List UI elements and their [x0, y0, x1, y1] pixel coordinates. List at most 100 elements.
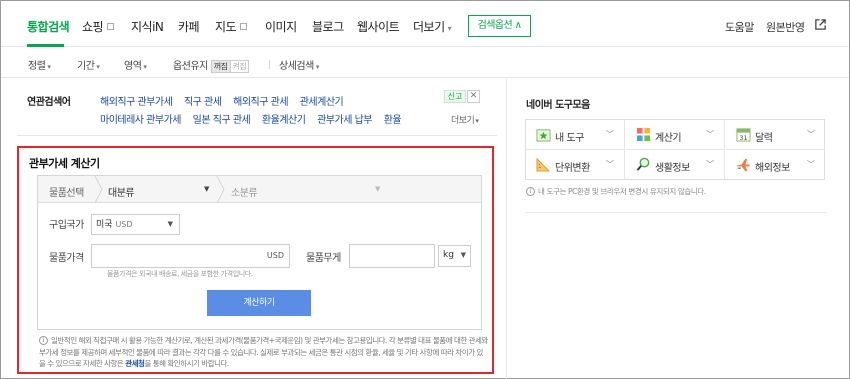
tool-unit-converter[interactable]: 단위변환 ﹀	[526, 150, 625, 180]
search-tabs: 통합검색 쇼핑 지식iN 카페 지도 이미지 블로그 웹사이트 더보기 ▾ 검색옵…	[1, 1, 849, 47]
related-keyword[interactable]: 직구 관세	[184, 97, 222, 108]
tool-calculator-label: 계산기	[655, 133, 682, 144]
calculator-notice: i 일반적인 해외 직접구매 시 활용 가능한 계산기로, 계산된 과세가격(물품…	[39, 335, 489, 370]
calendar-icon: 31	[736, 128, 751, 142]
option-keep: 옵션유지 꺼짐 켜짐	[173, 57, 250, 73]
ruler-icon	[536, 157, 551, 172]
main-category-select[interactable]: 대분류	[108, 184, 135, 199]
weight-input[interactable]	[349, 244, 435, 268]
tools-note-text: 내 도구는 PC환경 및 브라우저 변경시 유지되지 않습니다.	[538, 187, 706, 196]
related-keyword[interactable]: 관세계산기	[300, 97, 344, 108]
options-divider	[269, 60, 270, 69]
chevron-down-icon: ﹀	[606, 160, 614, 169]
breadcrumb-separator-icon	[216, 176, 225, 203]
tab-integrated[interactable]: 통합검색	[27, 18, 70, 35]
toggle-on-button[interactable]: 켜짐	[230, 60, 250, 73]
close-icon[interactable]: ✕	[467, 90, 480, 103]
weight-unit-select[interactable]: kg ▼	[438, 245, 471, 267]
chevron-down-icon: ﹀	[807, 160, 815, 169]
related-search-title: 연관검색어	[27, 97, 71, 108]
chevron-down-icon: ▾	[96, 63, 100, 71]
related-more-link[interactable]: 더보기▾	[451, 113, 479, 126]
search-options-button[interactable]: 검색옵션 ∧	[468, 15, 531, 37]
map-box-icon	[240, 23, 248, 30]
calculator-title: 관부가세 계산기	[29, 157, 100, 170]
country-value: 미국	[96, 220, 113, 230]
customs-link[interactable]: 관세청	[125, 359, 145, 368]
chevron-down-icon: ﹀	[606, 130, 614, 139]
info-icon: i	[39, 336, 48, 345]
tab-cafe[interactable]: 카페	[178, 18, 200, 35]
tab-map[interactable]: 지도	[215, 18, 248, 35]
tab-shopping-label: 쇼핑	[82, 20, 104, 34]
main-column: 연관검색어 해외직구 관부가세 직구 관세 해외직구 관세 관세계산기 마이테레…	[1, 79, 507, 379]
chevron-down-icon: ▾	[447, 24, 452, 33]
chevron-down-icon: ﹀	[706, 160, 714, 169]
chevron-down-icon: ▾	[143, 63, 147, 71]
related-row-1: 해외직구 관부가세 직구 관세 해외직구 관세 관세계산기	[100, 93, 352, 108]
price-label: 물품가격	[49, 253, 84, 264]
country-label: 구입국가	[49, 220, 84, 231]
related-keyword[interactable]: 해외직구 관세	[233, 97, 288, 108]
tab-image[interactable]: 이미지	[265, 18, 297, 35]
tool-life-info-label: 생활정보	[655, 163, 690, 174]
chevron-down-icon: ▾	[315, 63, 320, 71]
related-keyword[interactable]: 해외직구 관부가세	[100, 97, 173, 108]
tool-unit-converter-label: 단위변환	[555, 163, 590, 174]
tool-life-info[interactable]: 생활정보 ﹀	[626, 150, 725, 180]
share-icon[interactable]	[814, 18, 827, 31]
period-label: 기간	[77, 61, 95, 72]
feedback-link[interactable]: 원본반영	[766, 19, 805, 35]
notice-text-end: 을 통해 확인하시기 바랍니다.	[144, 359, 229, 368]
tab-shopping[interactable]: 쇼핑	[82, 18, 115, 35]
tools-title: 네이버 도구모음	[526, 100, 590, 111]
category-selector-row: 물품선택 대분류 ▼ 소분류 ▼	[38, 176, 481, 203]
sort-label: 정렬	[28, 61, 46, 72]
chevron-down-icon: ▼	[167, 220, 173, 228]
tariff-calculator: 관부가세 계산기 물품선택 대분류 ▼ 소분류 ▼ 구입국가 미국 USD ▼	[17, 146, 494, 374]
tool-calendar[interactable]: 31 달력 ﹀	[726, 120, 825, 150]
related-keyword[interactable]: 관부가세 납부	[317, 115, 372, 126]
related-keyword[interactable]: 환율	[384, 115, 402, 126]
period-option[interactable]: 기간 ▾	[77, 57, 100, 72]
category-label: 물품선택	[49, 188, 84, 199]
report-button[interactable]: 신고	[444, 90, 466, 103]
price-hint: 물품가격은 외국내 배송료, 세금을 포함한 가격입니다.	[107, 270, 253, 278]
tool-calculator[interactable]: 계산기 ﹀	[626, 120, 725, 150]
related-keyword[interactable]: 환율계산기	[262, 115, 306, 126]
tool-overseas-info[interactable]: 해외정보 ﹀	[726, 150, 825, 180]
chevron-down-icon: ▼	[375, 185, 381, 193]
country-select[interactable]: 미국 USD ▼	[91, 214, 180, 235]
help-link[interactable]: 도움말	[725, 19, 754, 35]
tab-more[interactable]: 더보기 ▾	[413, 18, 452, 35]
weight-label: 물품무게	[306, 253, 341, 264]
related-keyword[interactable]: 마이테레사 관부가세	[100, 115, 181, 126]
price-input[interactable]: USD	[91, 244, 290, 268]
toggle-off-button[interactable]: 꺼짐	[210, 60, 231, 73]
tool-my-tools-label: 내 도구	[555, 133, 584, 144]
calculate-button[interactable]: 계산하기	[207, 290, 311, 316]
tab-blog[interactable]: 블로그	[312, 18, 344, 35]
chevron-down-icon: ▾	[47, 63, 51, 71]
active-tab-underline	[27, 44, 64, 47]
tools-grid: 내 도구 ﹀ 계산기 ﹀ 31 달력 ﹀ 단위변환 ﹀ 생활정보 ﹀ 해외정보 …	[525, 119, 825, 180]
related-keyword[interactable]: 일본 직구 관세	[193, 115, 251, 126]
tool-overseas-info-label: 해외정보	[755, 163, 790, 174]
tools-divider	[525, 212, 827, 213]
sort-option[interactable]: 정렬 ▾	[28, 57, 51, 72]
star-icon	[536, 129, 551, 142]
info-icon: i	[526, 187, 535, 196]
area-option[interactable]: 영역 ▾	[124, 57, 147, 72]
tool-calendar-label: 달력	[755, 133, 773, 144]
tab-map-label: 지도	[215, 20, 237, 34]
tab-kin[interactable]: 지식iN	[131, 18, 164, 35]
detail-search-option[interactable]: 상세검색 ▾	[279, 57, 319, 72]
page-frame: 통합검색 쇼핑 지식iN 카페 지도 이미지 블로그 웹사이트 더보기 ▾ 검색옵…	[0, 0, 850, 379]
chevron-down-icon: ▼	[204, 185, 210, 193]
tool-my-tools[interactable]: 내 도구 ﹀	[526, 120, 625, 150]
sub-category-select[interactable]: 소분류	[231, 184, 258, 199]
related-more-label: 더보기	[451, 116, 475, 126]
tab-website[interactable]: 웹사이트	[357, 18, 400, 35]
option-keep-label: 옵션유지	[173, 61, 208, 72]
detail-search-label: 상세검색	[279, 61, 314, 72]
